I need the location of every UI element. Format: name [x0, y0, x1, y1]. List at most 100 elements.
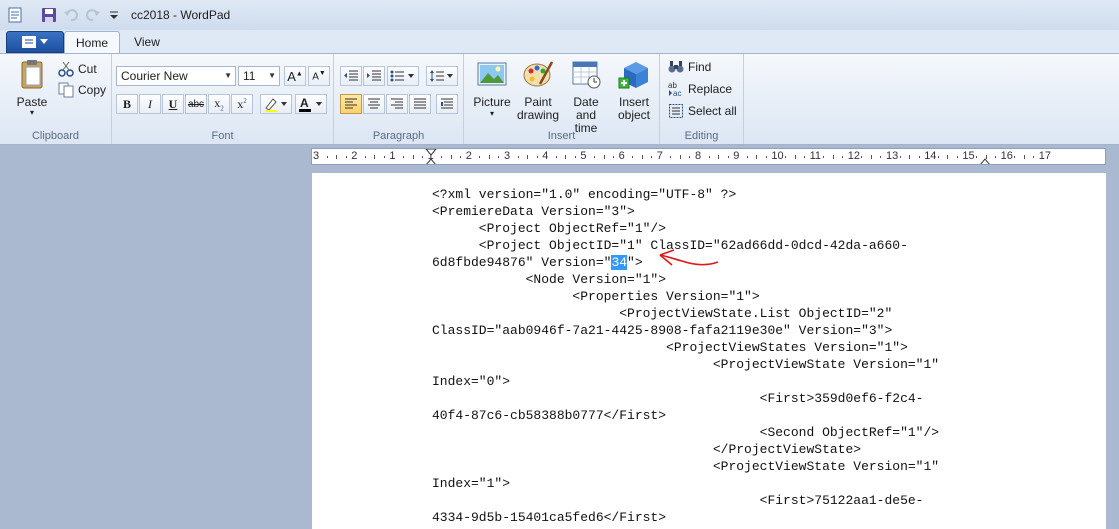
grow-font-icon: A▲: [287, 68, 303, 84]
line-spacing-button[interactable]: [426, 66, 458, 86]
svg-text:A: A: [300, 96, 309, 110]
app-menu-button[interactable]: [6, 31, 64, 53]
ruler-tick: [555, 156, 557, 158]
right-indent-marker[interactable]: [979, 149, 991, 165]
ruler-tick: [641, 155, 643, 159]
bold-button[interactable]: B: [116, 94, 138, 114]
paint-drawing-button[interactable]: Paint drawing: [516, 58, 560, 122]
ruler-tick: [804, 156, 806, 158]
paint-palette-icon: [523, 61, 554, 87]
superscript-button[interactable]: x2: [231, 94, 253, 114]
font-size-select[interactable]: 11 ▼: [238, 66, 280, 86]
ruler-number: 11: [809, 150, 822, 162]
cut-label: Cut: [78, 62, 97, 76]
ruler-tick: [364, 156, 366, 158]
grow-font-button[interactable]: A▲: [284, 66, 306, 86]
svg-text:ac: ac: [673, 89, 681, 97]
justify-button[interactable]: [409, 94, 431, 114]
text-color-button[interactable]: A: [295, 94, 327, 114]
ruler-tick: [488, 155, 490, 159]
copy-icon: [58, 82, 74, 98]
annotation-arrow-icon: [659, 249, 719, 266]
align-center-icon: [368, 98, 380, 109]
align-right-button[interactable]: [386, 94, 408, 114]
highlighter-icon: [265, 98, 287, 112]
tab-home[interactable]: Home: [64, 31, 120, 54]
doc-line: ClassID="aab0946f-7a21-4425-8908-fafa211…: [432, 323, 893, 338]
window-title: cc2018 - WordPad: [131, 8, 231, 22]
align-left-icon: [345, 98, 357, 109]
insert-object-button[interactable]: Insert object: [612, 58, 656, 122]
menu-icon: [22, 36, 36, 48]
ruler-tick: [842, 156, 844, 158]
ruler-tick: [498, 156, 500, 158]
decrease-indent-button[interactable]: [340, 66, 362, 86]
ruler-tick: [479, 156, 481, 158]
cut-button[interactable]: Cut: [58, 59, 97, 79]
doc-line: <ProjectViewState.List ObjectID="2": [432, 306, 893, 321]
picture-button[interactable]: Picture ▾: [470, 58, 514, 119]
font-group: Courier New ▼ 11 ▼ A▲ A▼ B I U abc x2 x2 A…: [112, 54, 334, 144]
copy-label: Copy: [78, 83, 107, 97]
chevron-down-icon: ▼: [224, 71, 232, 80]
align-center-button[interactable]: [363, 94, 385, 114]
ruler-tick: [670, 156, 672, 158]
horizontal-ruler[interactable]: 3 2 1 1 2 3 4 5 6 7 8 9 10 11 12 13 14 15 16 17: [311, 148, 1106, 165]
undo-icon[interactable]: [62, 6, 80, 24]
ruler-tick: [1033, 156, 1035, 158]
doc-line: <PremiereData Version="3">: [432, 204, 635, 219]
ruler-number: 14: [924, 150, 937, 162]
italic-icon: I: [148, 96, 152, 111]
doc-line: <ProjectViewState Version="1": [432, 357, 940, 372]
bullet-list-button[interactable]: [387, 66, 419, 86]
customize-toolbar-icon[interactable]: [105, 6, 123, 24]
paste-button[interactable]: Paste ▾: [10, 58, 54, 117]
document-page[interactable]: <?xml version="1.0" encoding="UTF-8" ?> …: [312, 173, 1106, 529]
replace-button[interactable]: ab ac Replace: [668, 79, 732, 99]
strikethrough-button[interactable]: abc: [185, 94, 207, 114]
ruler-tick: [832, 155, 834, 159]
redo-icon[interactable]: [84, 6, 102, 24]
doc-line: <Project ObjectRef="1"/>: [432, 221, 667, 236]
wordpad-app-icon[interactable]: [6, 6, 24, 24]
ruler-tick: [975, 156, 977, 158]
paragraph-icon: [441, 98, 453, 109]
tab-view[interactable]: View: [124, 31, 170, 53]
select-all-button[interactable]: Select all: [668, 101, 737, 121]
find-button[interactable]: Find: [668, 57, 711, 77]
align-left-button[interactable]: [340, 94, 362, 114]
strikethrough-icon: abc: [187, 98, 205, 110]
date-and-time-label-line1: Date and: [573, 95, 599, 122]
font-family-select[interactable]: Courier New ▼: [116, 66, 236, 86]
ruler-tick: [708, 156, 710, 158]
ruler-tick: [679, 155, 681, 159]
ruler-tick: [527, 155, 529, 159]
ruler-tick: [880, 156, 882, 158]
selected-text[interactable]: 34: [611, 255, 628, 270]
ruler-tick: [727, 156, 729, 158]
left-indent-marker[interactable]: [425, 149, 437, 165]
highlight-color-button[interactable]: [260, 94, 292, 114]
underline-button[interactable]: U: [162, 94, 184, 114]
decrease-indent-icon: [344, 70, 358, 81]
picture-icon: [477, 62, 507, 86]
increase-indent-button[interactable]: [363, 66, 385, 86]
copy-button[interactable]: Copy: [58, 80, 106, 100]
shrink-font-button[interactable]: A▼: [308, 66, 330, 86]
doc-line: <Node Version="1">: [432, 272, 667, 287]
date-and-time-button[interactable]: Date and time: [562, 58, 610, 135]
doc-line: Index="1">: [432, 476, 511, 491]
clipboard-group: Paste ▾ Cut Copy Clipboard: [0, 54, 112, 144]
ruler-number: 15: [962, 150, 975, 162]
ruler-tick: [632, 156, 634, 158]
subscript-icon: x2: [214, 95, 224, 113]
line-spacing-icon: [430, 70, 453, 82]
save-icon[interactable]: [40, 6, 58, 24]
ruler-number: 5: [580, 150, 587, 162]
ruler-number: 10: [771, 150, 784, 162]
replace-icon: abac: [668, 81, 681, 97]
italic-button[interactable]: I: [139, 94, 161, 114]
paragraph-settings-button[interactable]: [436, 94, 458, 114]
subscript-button[interactable]: x2: [208, 94, 230, 114]
ruler-tick: [336, 155, 338, 159]
